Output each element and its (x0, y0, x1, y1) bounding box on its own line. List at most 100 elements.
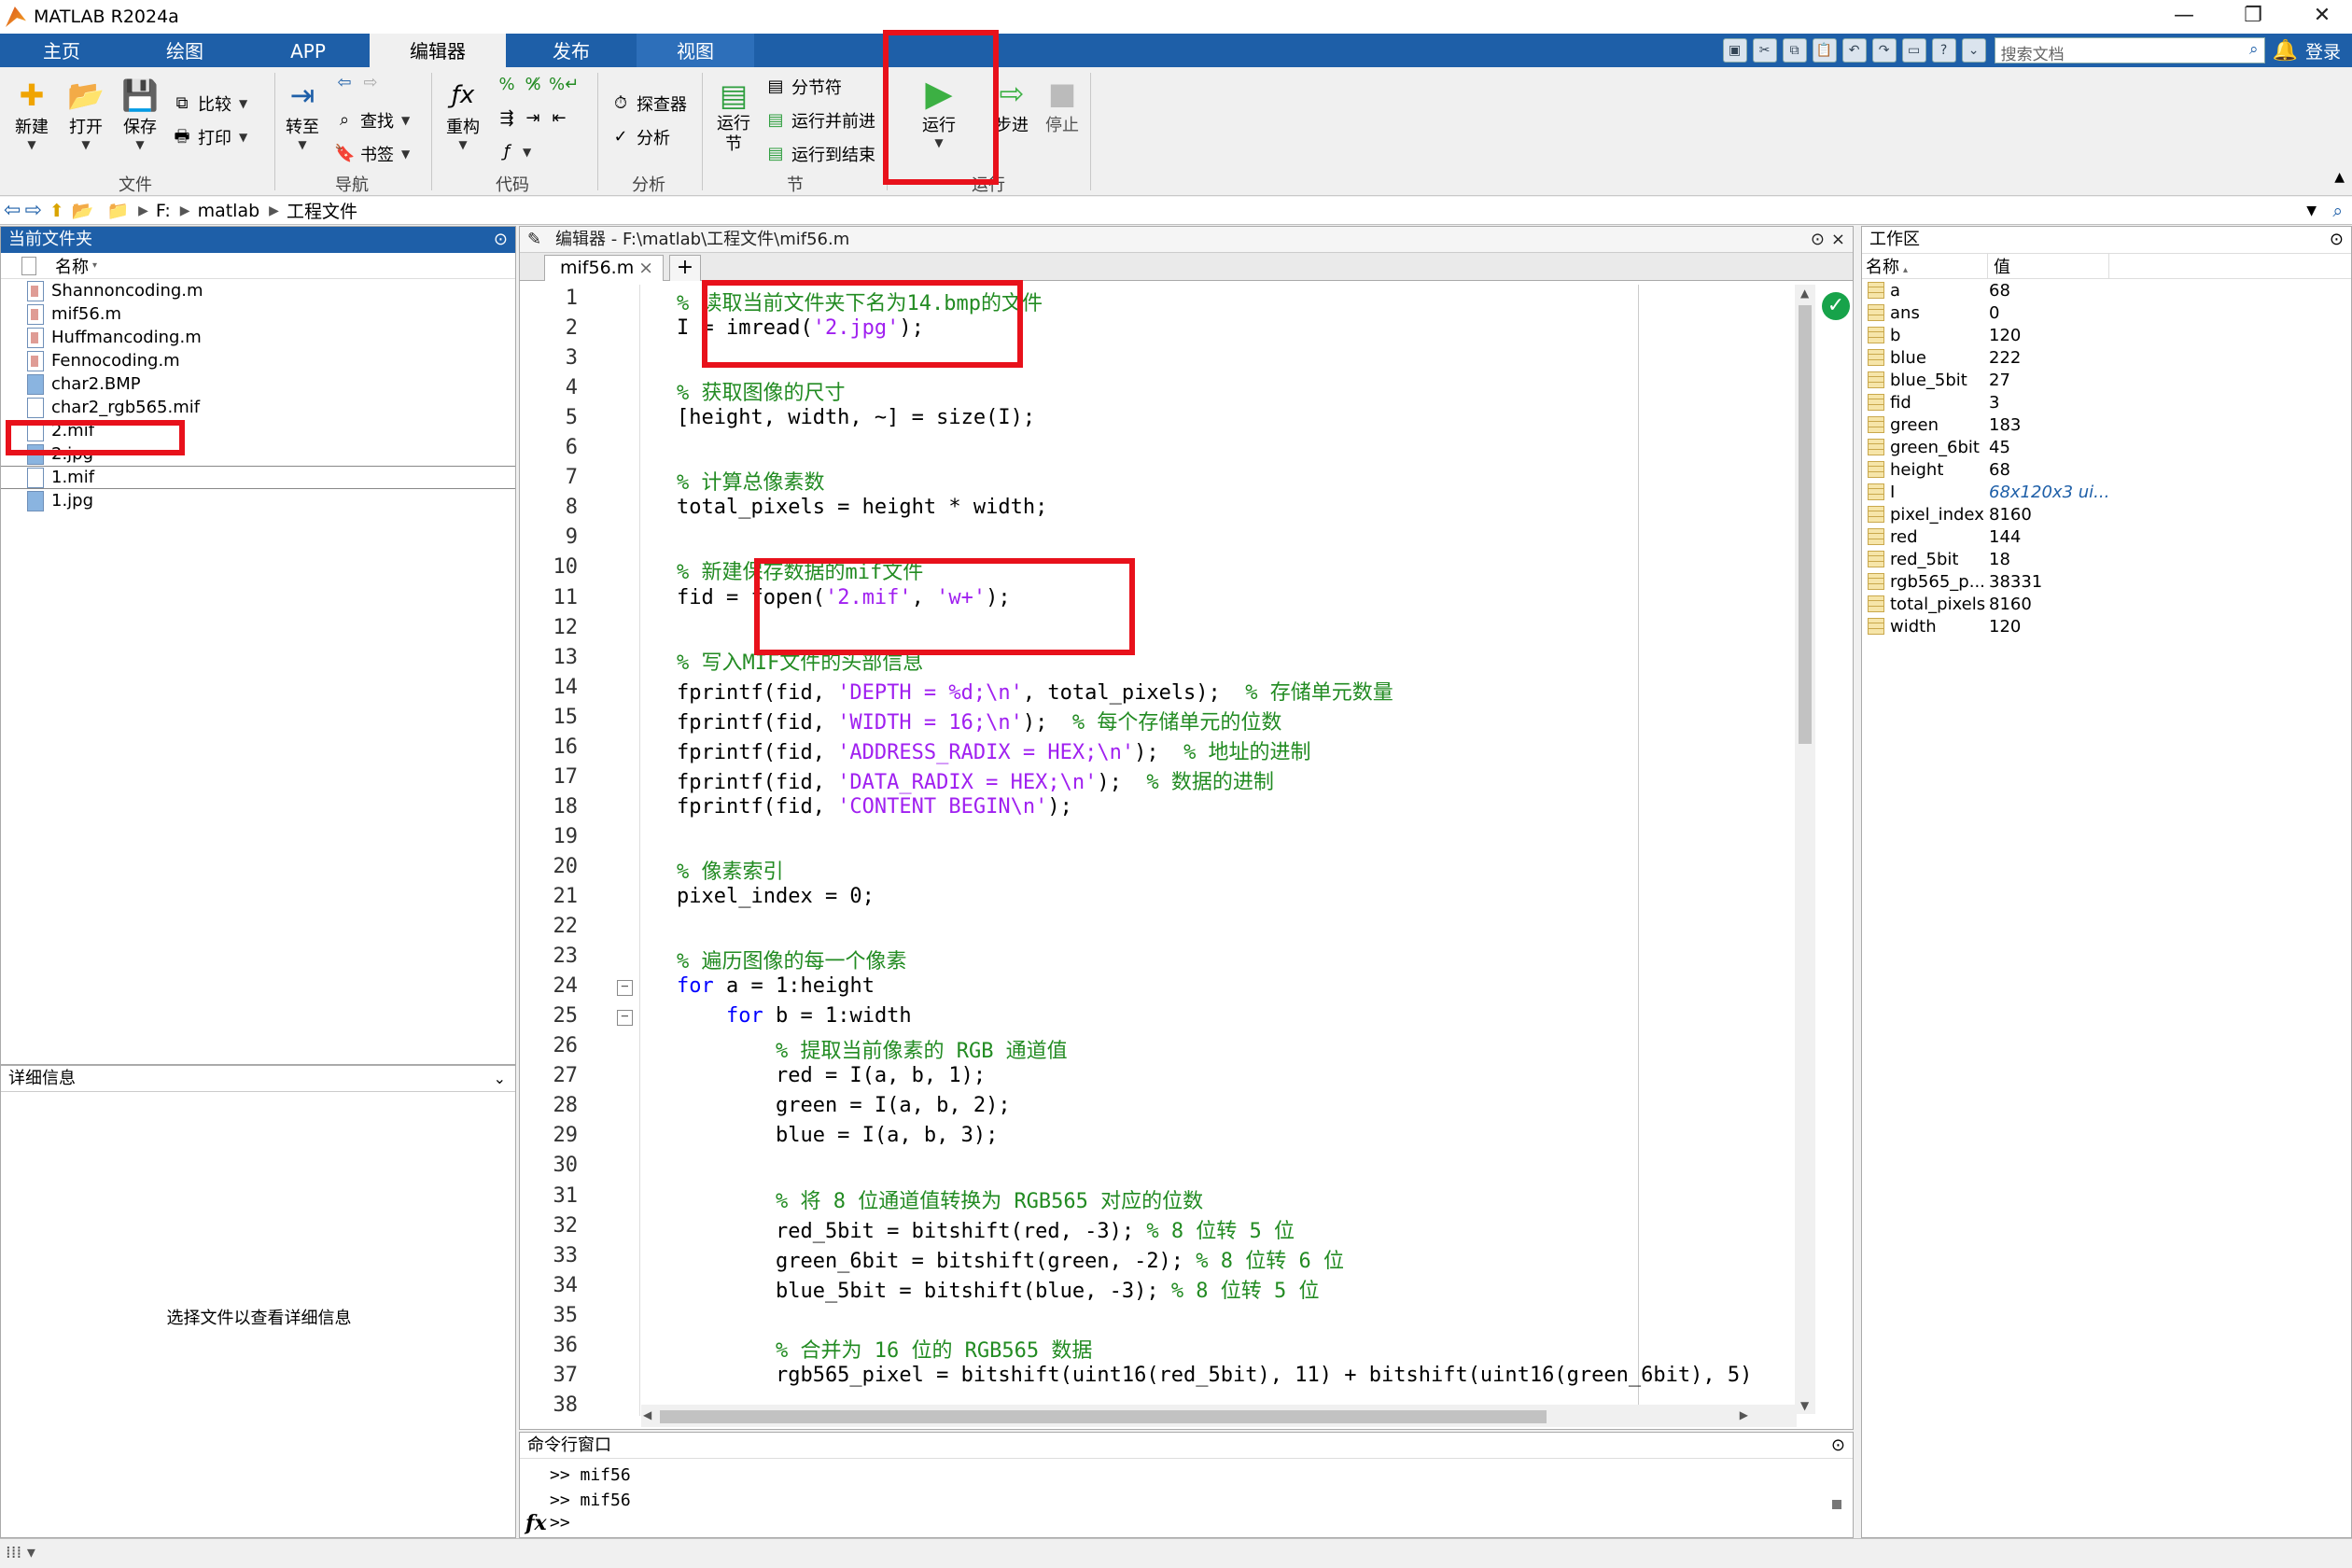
breadcrumb-drive[interactable]: F: (156, 201, 171, 221)
paste-icon[interactable]: 📋 (1812, 38, 1837, 63)
search-icon[interactable]: ⌕ (2332, 201, 2343, 221)
run-section-button[interactable]: ▤ 运行节 (709, 77, 758, 155)
workspace-variable-row[interactable]: blue 222 (1862, 346, 2351, 369)
new-button[interactable]: ✚ 新建 ▼ (7, 77, 56, 151)
list-item[interactable]: Huffmancoding.m (1, 326, 515, 349)
close-icon[interactable]: × (638, 256, 653, 280)
command-prompt[interactable]: >> (550, 1513, 570, 1533)
stop-button[interactable]: ■ 停止 (1038, 75, 1086, 136)
panel-menu-icon[interactable]: ⊙ (494, 227, 508, 253)
tab-mif56[interactable]: mif56.m × (544, 255, 664, 281)
fold-toggle-icon[interactable]: − (617, 980, 633, 997)
uncomment-icon[interactable]: %̸ (523, 75, 543, 95)
name-column-header[interactable]: 名称 (55, 254, 89, 278)
list-item[interactable]: 1.jpg (1, 489, 515, 512)
vertical-scrollbar[interactable]: ▲ ▼ (1795, 285, 1815, 1414)
list-item-selected[interactable]: 1.mif (1, 466, 515, 489)
workspace-variable-row[interactable]: blue_5bit 27 (1862, 369, 2351, 391)
profiler-button[interactable]: ⏱ 探查器 (610, 91, 687, 116)
cmd-scroll-icon[interactable] (1832, 1500, 1841, 1509)
options-icon[interactable]: ⌄ (1961, 38, 1986, 63)
workspace-variable-row[interactable]: red 144 (1862, 525, 2351, 548)
restore-button[interactable]: ❐ (2225, 0, 2281, 34)
tab-home[interactable]: 主页 (0, 34, 123, 67)
tab-publish[interactable]: 发布 (506, 34, 637, 67)
workspace-variable-row[interactable]: width 120 (1862, 615, 2351, 637)
analyze-button[interactable]: ✓ 分析 (610, 125, 670, 149)
redo-icon[interactable]: ↷ (1871, 38, 1897, 63)
scrollbar-thumb[interactable] (1799, 305, 1812, 744)
scroll-up-icon[interactable]: ▲ (1800, 287, 1809, 300)
list-item[interactable]: char2_rgb565.mif (1, 396, 515, 419)
workspace-variable-row[interactable]: I 68x120x3 ui... (1862, 481, 2351, 503)
workspace-variable-row[interactable]: a 68 (1862, 279, 2351, 301)
forward-arrow-icon[interactable]: ⇨ (24, 199, 41, 222)
insert-function-button[interactable]: ƒ ▼ (497, 142, 531, 162)
wrap-comment-icon[interactable]: %↵ (549, 75, 579, 95)
workspace-variable-row[interactable]: pixel_index 8160 (1862, 503, 2351, 525)
workspace-variable-row[interactable]: total_pixels 8160 (1862, 593, 2351, 615)
workspace-variable-row[interactable]: red_5bit 18 (1862, 548, 2351, 570)
indent-icon[interactable]: ⇥ (523, 108, 543, 129)
forward-arrow-icon[interactable]: ⇨ (360, 73, 381, 93)
minimize-button[interactable]: — (2156, 0, 2212, 34)
list-item[interactable]: Shannoncoding.m (1, 279, 515, 302)
back-forward-buttons[interactable]: ⇦ ⇨ (334, 73, 386, 93)
login-link[interactable]: 登录 (2305, 38, 2341, 63)
smart-indent-icon[interactable]: ⇶ (497, 108, 517, 129)
panel-menu-icon[interactable]: ⊙ (1811, 227, 1825, 253)
run-button[interactable]: ▶ 运行 ▼ (911, 73, 967, 149)
details-header[interactable]: 详细信息 ⌄ (1, 1066, 515, 1092)
cut-icon[interactable]: ✂ (1752, 38, 1777, 63)
name-column-header[interactable]: 名称 ▴ (1866, 254, 1987, 278)
open-button[interactable]: 📂 打开 ▼ (62, 77, 110, 151)
scroll-left-icon[interactable]: ◀ (643, 1408, 651, 1421)
help-icon[interactable]: ? (1931, 38, 1956, 63)
bookmark-button[interactable]: 🔖 书签 ▼ (334, 142, 410, 166)
undo-icon[interactable]: ↶ (1841, 38, 1867, 63)
value-column-header[interactable]: 值 (1987, 254, 2108, 278)
refactor-button[interactable]: ƒx 重构 ▼ (439, 77, 487, 151)
code-analyzer-ok-icon[interactable]: ✓ (1822, 292, 1850, 320)
panel-close-icon[interactable]: × (1831, 227, 1845, 253)
workspace-variable-row[interactable]: ans 0 (1862, 301, 2351, 324)
compare-button[interactable]: ⧉ 比较 ▼ (172, 91, 248, 116)
step-button[interactable]: ⇨ 步进 (987, 75, 1036, 136)
run-advance-button[interactable]: ▤ 运行并前进 (765, 108, 875, 133)
goto-button[interactable]: ⇥ 转至 ▼ (278, 77, 327, 151)
workspace-variable-row[interactable]: b 120 (1862, 324, 2351, 346)
list-item[interactable]: 2.jpg (1, 442, 515, 466)
tab-editor[interactable]: 编辑器 (370, 34, 506, 67)
scrollbar-thumb[interactable] (660, 1410, 1547, 1423)
tab-plots[interactable]: 绘图 (123, 34, 246, 67)
switch-windows-icon[interactable]: ▭ (1901, 38, 1926, 63)
panel-menu-icon[interactable]: ⊙ (2330, 227, 2344, 253)
scroll-down-icon[interactable]: ▼ (1800, 1399, 1809, 1412)
up-folder-icon[interactable]: ⬆ (49, 201, 64, 221)
save-button[interactable]: 💾 保存 ▼ (116, 77, 164, 151)
search-docs-input[interactable]: 搜索文档 ⌕ (1994, 37, 2265, 64)
fx-icon[interactable]: fx (525, 1511, 547, 1535)
section-break-button[interactable]: ▤ 分节符 (765, 75, 842, 99)
workspace-variable-row[interactable]: fid 3 (1862, 391, 2351, 413)
save-icon[interactable]: ▣ (1722, 38, 1747, 63)
breadcrumb-current[interactable]: 工程文件 (287, 198, 357, 223)
code-area[interactable]: 1 % 读取当前文件夹下名为14.bmp的文件 2 I = imread('2.jpg… (520, 285, 1795, 1416)
back-arrow-icon[interactable]: ⇦ (4, 199, 21, 222)
list-item[interactable]: mif56.m (1, 302, 515, 326)
print-button[interactable]: 🖶 打印 ▼ (172, 125, 248, 149)
list-item[interactable]: char2.BMP (1, 372, 515, 396)
list-item[interactable]: 2.mif (1, 419, 515, 442)
workspace-variable-row[interactable]: rgb565_p... 38331 (1862, 570, 2351, 593)
collapse-ribbon-icon[interactable]: ▲ (2334, 170, 2345, 185)
fold-toggle-icon[interactable]: − (617, 1010, 633, 1027)
chevron-down-icon[interactable]: ⌄ (494, 1066, 506, 1092)
add-tab-button[interactable]: + (669, 255, 701, 281)
panel-menu-icon[interactable]: ⊙ (1831, 1433, 1845, 1459)
tab-apps[interactable]: APP (246, 34, 370, 67)
workspace-variable-row[interactable]: height 68 (1862, 458, 2351, 481)
copy-icon[interactable]: ⧉ (1782, 38, 1807, 63)
close-button[interactable]: ✕ (2294, 0, 2350, 34)
run-to-end-button[interactable]: ▤ 运行到结束 (765, 142, 875, 166)
outdent-icon[interactable]: ⇤ (549, 108, 569, 129)
